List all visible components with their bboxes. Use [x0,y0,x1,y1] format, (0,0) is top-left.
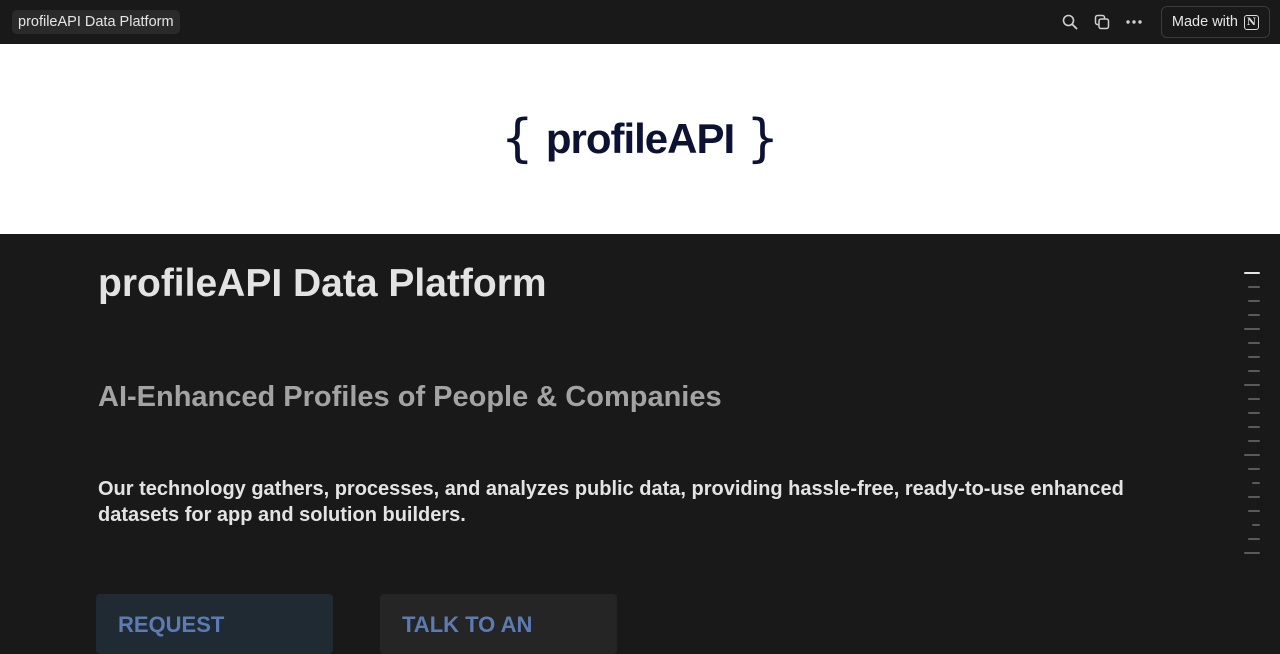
duplicate-icon[interactable] [1087,7,1117,37]
toc-mark[interactable] [1248,370,1260,372]
toc-mark[interactable] [1248,496,1260,498]
toc-mark[interactable] [1248,314,1260,316]
notion-logo-icon: N [1244,14,1259,30]
toc-mark[interactable] [1248,426,1260,428]
page-subtitle: AI-Enhanced Profiles of People & Compani… [98,381,722,413]
toc-mark[interactable] [1248,538,1260,540]
toc-mark[interactable] [1244,272,1260,274]
talk-to-expert-button[interactable]: TALK TO AN [380,594,617,654]
made-with-label: Made with [1171,14,1238,30]
toc-mark[interactable] [1252,482,1260,484]
toc-mark[interactable] [1244,328,1260,330]
toc-mark[interactable] [1248,342,1260,344]
request-button[interactable]: REQUEST [96,594,333,654]
top-bar: profileAPI Data Platform Made with N [0,0,1280,44]
toc-mark[interactable] [1244,552,1260,554]
toc-mark[interactable] [1252,524,1260,526]
profileapi-logo: { profileAPI } [501,113,780,165]
table-of-contents-minimap[interactable] [1240,272,1260,566]
toc-mark[interactable] [1248,440,1260,442]
toc-mark[interactable] [1248,286,1260,288]
page-title: profileAPI Data Platform [98,262,547,305]
logo-right-brace: } [746,109,780,169]
toc-mark[interactable] [1244,454,1260,456]
page-description: Our technology gathers, processes, and a… [98,478,1124,526]
made-with-notion-button[interactable]: Made with N [1160,6,1270,38]
toc-mark[interactable] [1248,510,1260,512]
toc-mark[interactable] [1248,468,1260,470]
more-icon[interactable] [1119,7,1149,37]
toc-mark[interactable] [1248,300,1260,302]
logo-text: profileAPI [545,115,735,162]
breadcrumb-page-title[interactable]: profileAPI Data Platform [12,10,180,34]
cover-image: { profileAPI } [0,44,1280,234]
toc-mark[interactable] [1248,398,1260,400]
toc-mark[interactable] [1248,412,1260,414]
toc-mark[interactable] [1244,384,1260,386]
search-icon[interactable] [1055,7,1085,37]
toc-mark[interactable] [1248,356,1260,358]
logo-left-brace: { [500,109,534,169]
